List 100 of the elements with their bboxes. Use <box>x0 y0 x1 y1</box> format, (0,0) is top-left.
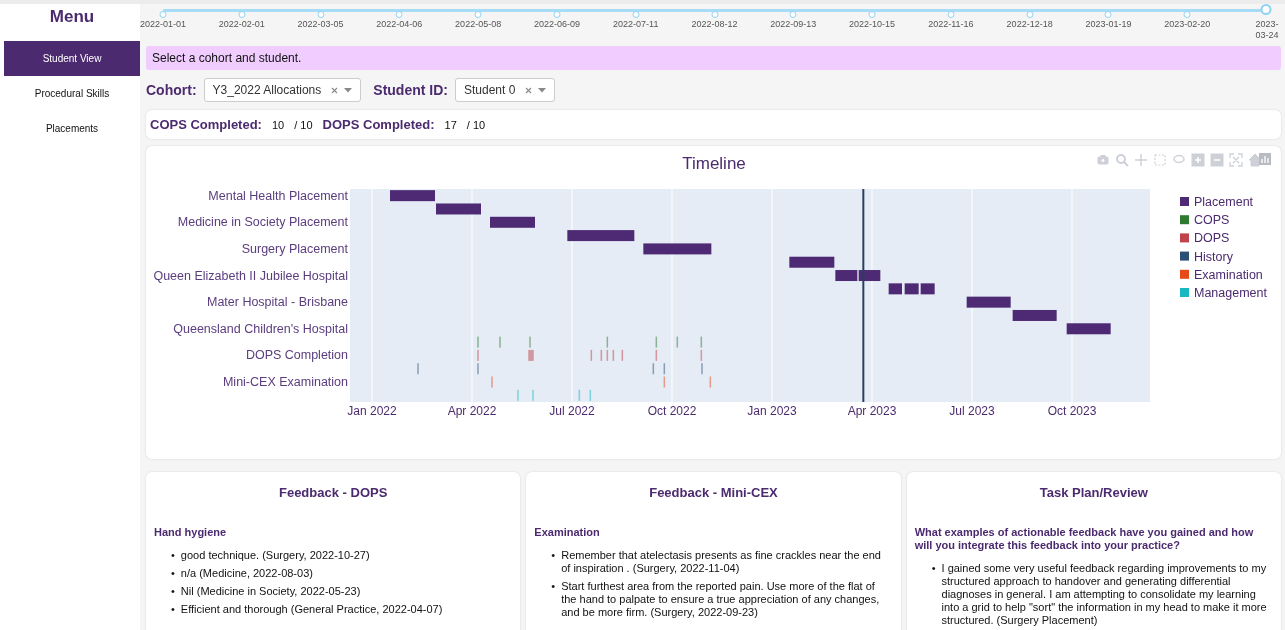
feedback-item: Efficient and thorough (General Practice, 2022-04-07) <box>180 603 443 616</box>
slider-mark[interactable] <box>947 11 955 18</box>
axis-tick-label: Apr 2022 <box>447 404 497 418</box>
slider-mark[interactable] <box>238 11 246 18</box>
event-marker <box>600 349 603 361</box>
legend-swatch[interactable] <box>1180 288 1189 297</box>
slider-mark[interactable] <box>868 11 876 18</box>
slider-mark-label: 2022-11-16 <box>928 19 974 30</box>
legend-label[interactable]: History <box>1194 249 1233 264</box>
timeline-bar <box>904 283 919 295</box>
legend-swatch[interactable] <box>1180 233 1189 243</box>
event-marker <box>491 376 493 388</box>
event-marker <box>578 389 581 401</box>
menu-title: Menu <box>49 6 95 28</box>
dropdown[interactable]: Y3_2022 Allocations <box>203 78 362 102</box>
chart-logo-icon[interactable] <box>1259 153 1271 165</box>
timeline-bar <box>966 296 1011 308</box>
legend-swatch[interactable] <box>1180 215 1189 225</box>
timeline-bar <box>858 270 881 282</box>
timeline-bar <box>390 190 435 202</box>
axis-category-label: Mater Hospital - Brisbane <box>206 295 348 310</box>
lasso-icon[interactable] <box>1173 154 1185 164</box>
slider-mark[interactable] <box>474 11 482 18</box>
sidebar-item[interactable]: Procedural Skills <box>4 76 140 111</box>
timeline-bar <box>789 256 835 268</box>
completion-count: 10 <box>271 118 285 131</box>
slider-mark[interactable] <box>395 11 403 18</box>
legend-label[interactable]: Placement <box>1194 195 1254 209</box>
event-marker <box>499 336 501 348</box>
sidebar-item[interactable]: Placements <box>4 111 140 146</box>
timeline-bar <box>643 243 712 255</box>
clear-icon[interactable] <box>525 86 533 94</box>
feedback-item: Start furthest area from the reported pain. Use more of the flat of the hand to palpate to ensure a true appreciation of any changes, and be more firm. (Surgery, 2022-09-23) <box>561 580 881 619</box>
slider-handle[interactable] <box>1260 4 1272 15</box>
slider-mark[interactable] <box>789 11 797 18</box>
event-marker <box>517 389 519 401</box>
dropdown[interactable]: Student 0 <box>454 78 556 102</box>
clear-icon[interactable] <box>331 86 339 94</box>
completion-count: 17 <box>444 118 457 131</box>
slider-mark-label: 2022-02-01 <box>218 19 265 30</box>
legend-swatch[interactable] <box>1180 197 1189 206</box>
camera-icon[interactable] <box>1097 155 1109 165</box>
event-marker <box>590 349 593 361</box>
bullet-mark: • <box>171 549 175 562</box>
event-marker <box>621 349 624 361</box>
slider-mark-label: 2023-01-19 <box>1085 19 1132 30</box>
legend-label[interactable]: Examination <box>1194 267 1263 282</box>
slider-mark-label: 2022-07-11 <box>613 19 659 30</box>
slider-mark[interactable] <box>553 11 561 18</box>
slider-mark[interactable] <box>1104 11 1112 18</box>
home-icon[interactable] <box>1248 153 1262 167</box>
feedback-item: Nil (Medicine in Society, 2022-05-23) <box>180 585 361 598</box>
sidebar-item[interactable]: Student View <box>4 41 140 76</box>
legend-label[interactable]: Management <box>1194 286 1267 300</box>
box-select-icon[interactable] <box>1154 154 1166 166</box>
axis-category-label: Mini-CEX Examination <box>222 375 348 390</box>
legend-label[interactable]: COPS <box>1194 213 1230 228</box>
legend-swatch[interactable] <box>1180 269 1189 279</box>
section-heading: What examples of actionable feedback have you gained and how will you integrate this feedback into your practice? <box>914 526 1255 552</box>
slider-mark-label: 2022-01-01 <box>140 19 186 30</box>
panel-title: Feedback - DOPS <box>277 485 389 500</box>
caret-icon[interactable] <box>538 87 547 93</box>
event-marker <box>701 363 703 375</box>
autoscale-icon[interactable] <box>1229 153 1243 167</box>
slider-mark-label: 2022-04-06 <box>376 19 423 30</box>
slider-mark-label: 2023-02-20 <box>1164 19 1211 30</box>
axis-category-label: Medicine in Society Placement <box>177 215 348 230</box>
slider-mark[interactable] <box>317 11 325 18</box>
bullet-mark: • <box>171 603 175 616</box>
slider-mark[interactable] <box>159 11 167 18</box>
axis-category-label: Queensland Children's Hospital <box>173 321 348 336</box>
timeline-bar <box>436 203 481 215</box>
event-marker <box>709 376 712 388</box>
bullet-mark: • <box>931 562 936 576</box>
axis-category-label: Queen Elizabeth II Jubilee Hospital <box>153 268 348 283</box>
filter-label: Cohort: <box>146 82 197 98</box>
caret-icon[interactable] <box>344 87 353 93</box>
zoom-icon[interactable] <box>1116 154 1129 167</box>
slider-mark-label: 2022-05-08 <box>455 19 502 30</box>
slider-mark[interactable] <box>1183 11 1191 18</box>
slider-mark-label: 2022-08-12 <box>691 19 738 30</box>
axis-category-label: DOPS Completion <box>245 348 348 363</box>
event-marker <box>417 363 419 375</box>
slider-mark[interactable] <box>711 11 718 18</box>
axis-tick-label: Oct 2022 <box>647 404 697 418</box>
completion-total: / 10 <box>294 118 313 131</box>
panel-title: Feedback - Mini-CEX <box>648 485 779 500</box>
completion-total: / 10 <box>466 118 486 131</box>
zoom-in-icon[interactable] <box>1191 153 1205 167</box>
axis-tick-label: Jul 2023 <box>949 404 995 418</box>
zoom-out-icon[interactable] <box>1210 153 1224 167</box>
slider-mark[interactable] <box>1026 11 1034 18</box>
pan-icon[interactable] <box>1134 153 1148 167</box>
legend-label[interactable]: DOPS <box>1194 231 1230 246</box>
timeline-bar <box>567 230 635 242</box>
slider-mark[interactable] <box>632 11 640 18</box>
completion-label: COPS Completed: <box>150 117 262 132</box>
timeline-bar <box>1012 309 1057 321</box>
legend-swatch[interactable] <box>1180 251 1189 261</box>
timeline-bar <box>920 283 935 295</box>
